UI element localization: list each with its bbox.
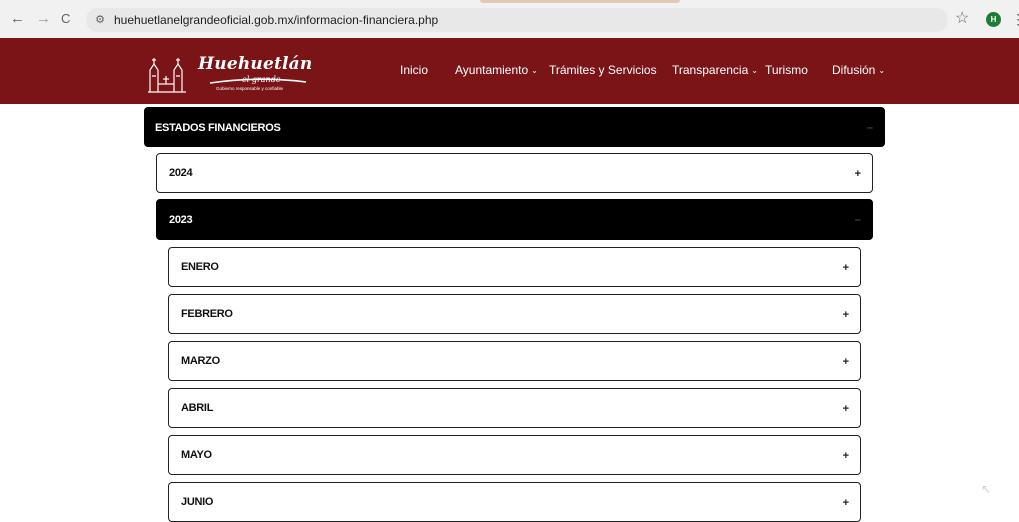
nav-ayuntamiento[interactable]: Ayuntamiento ⌄: [455, 62, 538, 80]
accordion-month-marzo[interactable]: MARZO +: [168, 341, 861, 381]
nav-tramites[interactable]: Trámites y Servicios: [549, 62, 657, 78]
nav-inicio-label: Inicio: [400, 63, 429, 77]
month-label: ENERO: [181, 261, 219, 273]
reload-icon[interactable]: C: [61, 10, 70, 28]
year-label: 2024: [169, 167, 193, 179]
bookmark-star-icon[interactable]: ☆: [955, 9, 969, 29]
accordion-title: ESTADOS FINANCIEROS: [155, 122, 281, 134]
collapse-icon: –: [854, 214, 861, 226]
chevron-down-icon: ⌄: [878, 66, 886, 75]
brand-name: Huehuetlán: [198, 54, 313, 74]
accordion-month-junio[interactable]: JUNIO +: [168, 482, 861, 522]
site-info-icon[interactable]: ⚙: [92, 12, 108, 28]
chevron-down-icon: ⌄: [751, 66, 758, 75]
month-label: JUNIO: [181, 496, 214, 508]
expand-plus-icon: +: [842, 450, 849, 462]
accordion-year-2023[interactable]: 2023 –: [156, 199, 873, 240]
chevron-down-icon: ⌄: [531, 66, 538, 75]
accordion-month-abril[interactable]: ABRIL +: [168, 388, 861, 428]
expand-plus-icon: +: [842, 356, 849, 368]
accordion-month-mayo[interactable]: MAYO +: [168, 435, 861, 475]
profile-avatar[interactable]: H: [986, 12, 1001, 27]
church-logo-icon: [148, 58, 186, 93]
expand-plus-icon: +: [842, 497, 849, 509]
browser-toolbar: ← → C ⚙ huehuetlanelgrandeoficial.gob.mx…: [0, 0, 1019, 38]
month-label: MARZO: [181, 355, 220, 367]
accordion-month-enero[interactable]: ENERO +: [168, 247, 861, 287]
nav-ayuntamiento-label: Ayuntamiento: [455, 63, 529, 77]
month-label: MAYO: [181, 449, 212, 461]
brand-subtitle: el grande: [242, 75, 281, 84]
url-text[interactable]: huehuetlanelgrandeoficial.gob.mx/informa…: [114, 12, 438, 28]
nav-turismo[interactable]: Turismo: [765, 62, 808, 78]
month-label: FEBRERO: [181, 308, 233, 320]
expand-plus-icon: +: [854, 168, 861, 180]
nav-transparencia-label: Transparencia: [672, 63, 749, 77]
browser-menu-icon[interactable]: ⋮: [1011, 10, 1019, 28]
nav-tramites-label: Trámites y Servicios: [549, 63, 657, 77]
expand-plus-icon: +: [842, 309, 849, 321]
mouse-cursor-icon: ↖: [981, 482, 992, 496]
nav-difusion-label: Difusión: [832, 63, 876, 77]
site-logo[interactable]: Huehuetlán el grande Gobierno responsabl…: [146, 52, 316, 94]
brand-tagline: Gobierno responsable y confiable: [216, 86, 284, 91]
accordion-estados-financieros[interactable]: ESTADOS FINANCIEROS –: [144, 107, 885, 147]
accordion-month-febrero[interactable]: FEBRERO +: [168, 294, 861, 334]
collapse-icon: –: [866, 122, 873, 134]
expand-plus-icon: +: [842, 262, 849, 274]
year-label: 2023: [169, 214, 193, 226]
nav-turismo-label: Turismo: [765, 63, 808, 77]
forward-arrow-icon[interactable]: →: [36, 10, 51, 28]
expand-plus-icon: +: [842, 403, 849, 415]
nav-difusion[interactable]: Difusión ⌄: [832, 62, 885, 80]
nav-inicio[interactable]: Inicio: [400, 62, 428, 78]
back-arrow-icon[interactable]: ←: [10, 10, 25, 28]
active-tab-indicator: [480, 0, 680, 3]
accordion-year-2024[interactable]: 2024 +: [156, 153, 873, 193]
nav-transparencia[interactable]: Transparencia ⌄: [672, 62, 758, 80]
month-label: ABRIL: [181, 402, 214, 414]
